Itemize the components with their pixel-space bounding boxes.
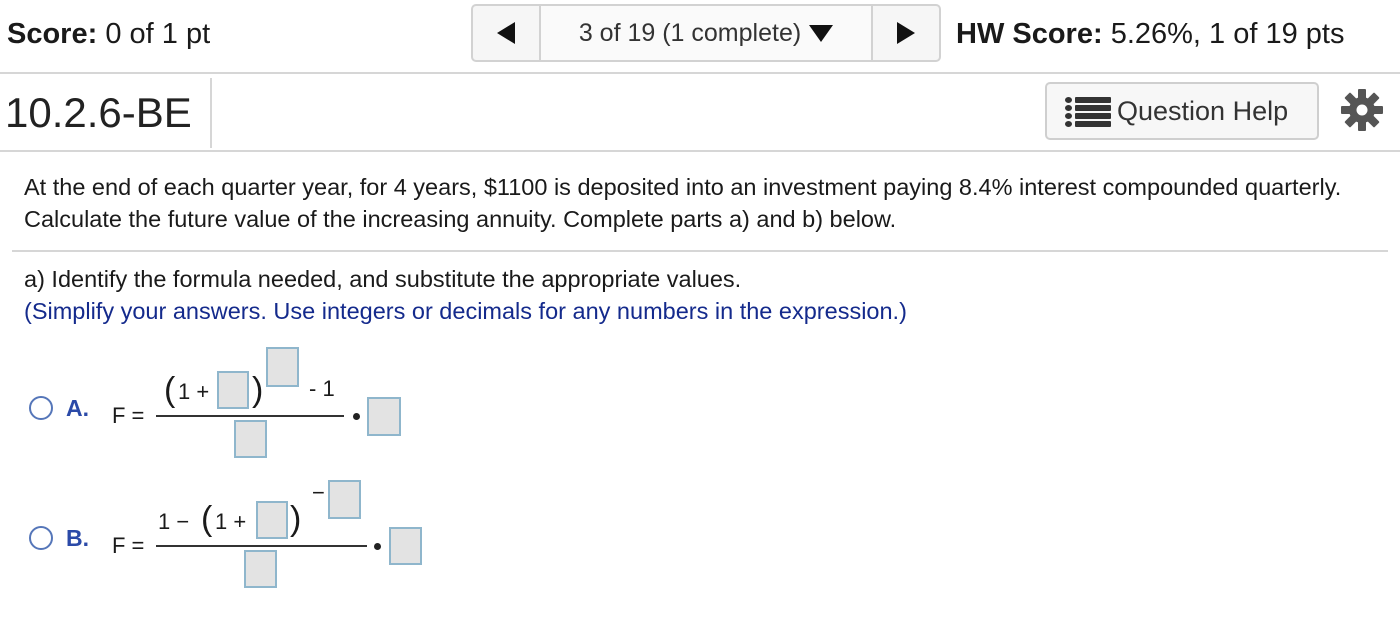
fraction-bar [156,545,367,547]
next-question-button[interactable] [871,6,939,60]
divider [210,78,212,148]
question-id-bar: 10.2.6-BE Question Help [0,74,1400,152]
option-a-payment-input[interactable] [367,397,401,436]
part-a-instruction: a) Identify the formula needed, and subs… [24,266,742,292]
option-a-rate-input[interactable] [217,371,249,409]
score-value: 0 of 1 pt [105,18,211,50]
triangle-right-icon [897,22,915,44]
previous-question-button[interactable] [473,6,541,60]
option-b-one-minus: 1 − [158,509,190,534]
question-prompt: At the end of each quarter year, for 4 y… [24,174,1342,232]
option-a-lhs: F = [112,403,145,428]
option-b-rate-input[interactable] [256,501,288,539]
divider [12,250,1388,252]
fraction-bar [156,415,344,417]
hw-score-label: HW Score: [956,18,1103,50]
option-b-one-plus: 1 + [215,509,247,534]
hw-score-value: 5.26%, 1 of 19 pts [1110,18,1345,50]
triangle-left-icon [497,22,515,44]
option-a-exponent-input[interactable] [266,347,299,387]
option-b-denominator-input[interactable] [244,550,277,588]
list-icon [1065,96,1111,127]
option-a-minus-one: - 1 [309,376,335,401]
triangle-down-icon [809,24,834,42]
option-b-letter: B. [66,525,89,551]
open-paren: ( [201,500,213,538]
option-b-payment-input[interactable] [389,527,422,565]
score-label: Score: [7,18,98,50]
option-b-exponent-input[interactable] [328,480,361,519]
option-a-one-plus: 1 + [178,379,210,404]
open-paren: ( [164,371,176,409]
simplify-instruction: (Simplify your answers. Use integers or … [24,298,907,324]
option-a-radio[interactable] [29,396,53,420]
option-b-radio[interactable] [29,526,53,550]
close-paren: ) [252,371,264,409]
question-help-button[interactable]: Question Help [1045,82,1319,140]
question-help-label: Question Help [1117,95,1289,126]
option-a-denominator-input[interactable] [234,420,267,458]
multiply-dot [374,543,381,550]
score: Score: 0 of 1 pt [7,16,210,52]
gear-icon[interactable] [1340,88,1384,132]
option-b-negative-sign: − [312,480,325,505]
hw-score: HW Score: 5.26%, 1 of 19 pts [956,16,1344,52]
option-b-lhs: F = [112,533,145,558]
close-paren: ) [290,500,302,538]
question-id: 10.2.6-BE [5,89,192,136]
question-navigator: 3 of 19 (1 complete) [471,4,941,62]
option-a-letter: A. [66,395,89,421]
multiply-dot [353,413,360,420]
question-select-dropdown[interactable]: 3 of 19 (1 complete) [541,6,871,60]
top-bar: Score: 0 of 1 pt 3 of 19 (1 complete) HW… [0,0,1400,74]
question-status: 3 of 19 (1 complete) [578,18,802,47]
